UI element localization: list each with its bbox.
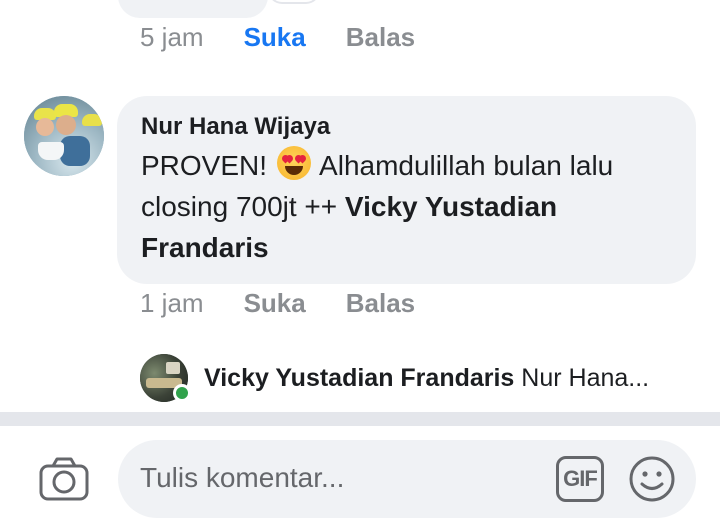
like-button[interactable]: Suka: [244, 22, 306, 53]
divider: [0, 412, 720, 426]
reply-button[interactable]: Balas: [346, 22, 415, 53]
previous-comment-bubble: [118, 0, 268, 18]
previous-comment-actions: 5 jam Suka Balas: [140, 22, 415, 53]
reply-preview[interactable]: Vicky Yustadian Frandaris Nur Hana...: [204, 362, 649, 394]
comment-input-placeholder[interactable]: Tulis komentar...: [140, 462, 344, 494]
reply-author[interactable]: Vicky Yustadian Frandaris: [204, 364, 514, 392]
online-status-icon: [173, 384, 191, 402]
previous-reaction-badge[interactable]: [268, 0, 320, 4]
comment-input[interactable]: Tulis komentar... GIF: [118, 440, 696, 518]
camera-icon[interactable]: [38, 456, 90, 502]
comment-time[interactable]: 1 jam: [140, 288, 204, 319]
comment-text-start: PROVEN!: [141, 150, 268, 181]
comment-author[interactable]: Nur Hana Wijaya: [141, 112, 672, 142]
heart-eyes-emoji-icon: [276, 146, 311, 180]
comment-actions: 1 jam Suka Balas: [140, 288, 415, 319]
comment-text: PROVEN! Alhamdulillah bulan lalu closing…: [141, 145, 672, 268]
like-button[interactable]: Suka: [244, 288, 306, 319]
reply-button[interactable]: Balas: [346, 288, 415, 319]
comment-composer: Tulis komentar... GIF: [0, 426, 720, 531]
comment-time[interactable]: 5 jam: [140, 22, 204, 53]
avatar[interactable]: [24, 96, 104, 176]
smiley-icon[interactable]: [628, 455, 676, 503]
reply-preview-text[interactable]: Nur Hana...: [521, 364, 649, 392]
comment-bubble[interactable]: Nur Hana Wijaya PROVEN! Alhamdulillah bu…: [117, 96, 696, 284]
gif-button[interactable]: GIF: [556, 456, 604, 502]
